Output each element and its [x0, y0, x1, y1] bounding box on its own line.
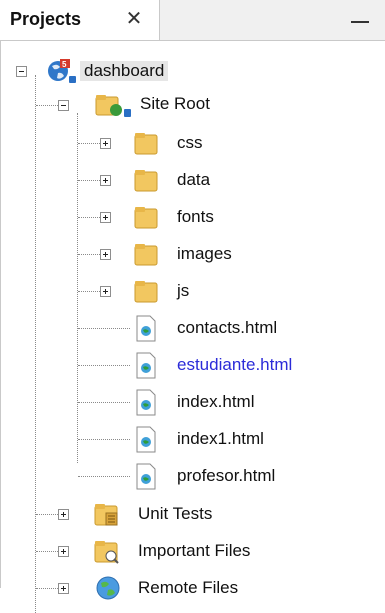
- important-files-label: Important Files: [138, 541, 251, 560]
- project-label: dashboard: [80, 61, 169, 81]
- file-label: profesor.html: [177, 466, 276, 485]
- tree-node-folder[interactable]: images: [0, 237, 385, 271]
- tree-node-unit-tests[interactable]: Unit Tests: [0, 497, 385, 531]
- folder-icon: [134, 207, 158, 229]
- expand-toggle[interactable]: [58, 583, 69, 594]
- tree-node-folder[interactable]: data: [0, 163, 385, 197]
- minimize-icon[interactable]: [347, 8, 373, 32]
- folder-icon: [134, 281, 158, 303]
- projects-tab-title: Projects: [10, 9, 82, 29]
- tree-node-file[interactable]: profesor.html: [0, 459, 385, 493]
- html-file-icon: [136, 463, 156, 490]
- expand-toggle[interactable]: [58, 509, 69, 520]
- close-icon[interactable]: ✕: [122, 7, 146, 31]
- projects-tab-bar: Projects ✕: [0, 0, 385, 41]
- tree-node-folder[interactable]: js: [0, 274, 385, 308]
- tree-node-file[interactable]: contacts.html: [0, 311, 385, 345]
- expand-toggle[interactable]: [100, 138, 111, 149]
- tree-branch-line: [78, 365, 130, 366]
- folder-label: js: [177, 281, 190, 300]
- expand-toggle[interactable]: [100, 249, 111, 260]
- tree-branch-line: [36, 588, 60, 589]
- remote-files-globe-icon: [96, 576, 120, 600]
- tree-node-project[interactable]: 5 dashboard: [0, 54, 385, 88]
- expand-toggle[interactable]: [100, 212, 111, 223]
- expand-toggle[interactable]: [58, 546, 69, 557]
- html-file-icon: [136, 315, 156, 342]
- folder-label: data: [177, 170, 211, 189]
- unit-tests-folder-icon: [94, 504, 118, 526]
- tree-node-folder[interactable]: css: [0, 126, 385, 160]
- html-file-icon: [136, 352, 156, 379]
- folder-icon: [134, 133, 158, 155]
- site-root-folder-icon: [95, 95, 131, 117]
- collapse-toggle[interactable]: [58, 100, 69, 111]
- file-label: index1.html: [177, 429, 264, 448]
- tree-node-folder[interactable]: fonts: [0, 200, 385, 234]
- folder-label: images: [177, 244, 232, 263]
- unit-tests-label: Unit Tests: [138, 504, 213, 523]
- tree-node-file[interactable]: estudiante.html: [0, 348, 385, 382]
- expand-toggle[interactable]: [100, 286, 111, 297]
- file-label-modified: estudiante.html: [177, 355, 293, 374]
- tree-node-file[interactable]: index1.html: [0, 422, 385, 456]
- tree-branch-line: [36, 105, 60, 106]
- tree-node-site-root[interactable]: Site Root: [0, 88, 385, 122]
- folder-label: css: [177, 133, 203, 152]
- file-label: index.html: [177, 392, 255, 411]
- html-file-icon: [136, 389, 156, 416]
- html5-project-icon: 5: [48, 59, 76, 83]
- tree-branch-line: [78, 402, 130, 403]
- remote-files-label: Remote Files: [138, 578, 239, 597]
- tree-branch-line: [36, 551, 60, 552]
- tree-branch-line: [78, 439, 130, 440]
- tree-node-important-files[interactable]: Important Files: [0, 534, 385, 568]
- html-file-icon: [136, 426, 156, 453]
- tree-branch-line: [78, 476, 130, 477]
- file-label: contacts.html: [177, 318, 278, 337]
- tree-branch-line: [36, 514, 60, 515]
- folder-icon: [134, 170, 158, 192]
- svg-text:5: 5: [62, 60, 67, 69]
- projects-tab[interactable]: Projects ✕: [0, 0, 160, 40]
- project-tree: 5 dashboard Site Root css data fonts ima…: [0, 40, 385, 613]
- tree-node-remote-files[interactable]: Remote Files: [0, 571, 385, 605]
- collapse-toggle[interactable]: [16, 66, 27, 77]
- folder-label: fonts: [177, 207, 214, 226]
- site-root-label: Site Root: [140, 94, 210, 113]
- folder-icon: [134, 244, 158, 266]
- expand-toggle[interactable]: [100, 175, 111, 186]
- important-files-folder-icon: [94, 541, 119, 564]
- tree-branch-line: [78, 328, 130, 329]
- tree-node-file[interactable]: index.html: [0, 385, 385, 419]
